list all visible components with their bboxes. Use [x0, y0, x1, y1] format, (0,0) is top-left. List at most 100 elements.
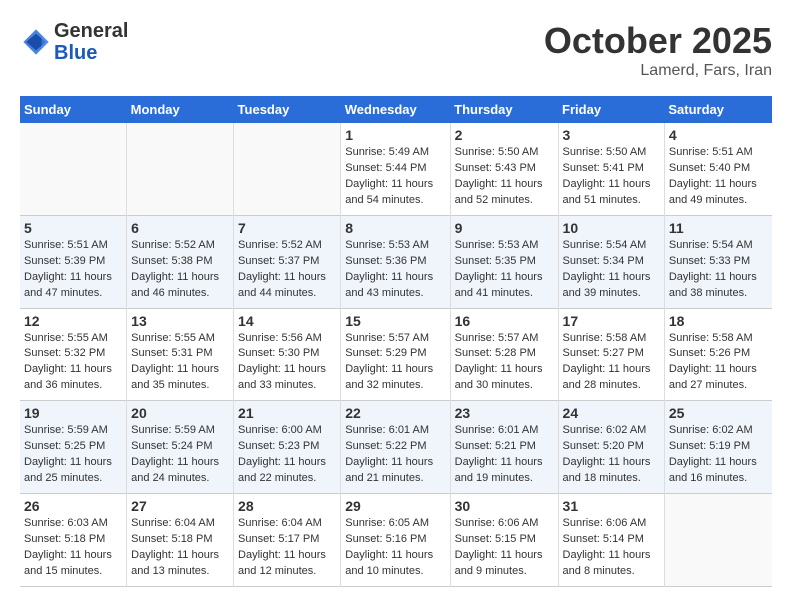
- cell-info-line: and 46 minutes.: [131, 286, 229, 302]
- cell-info-line: and 13 minutes.: [131, 564, 229, 580]
- cell-info-line: Daylight: 11 hours: [669, 177, 768, 193]
- calendar-table: SundayMondayTuesdayWednesdayThursdayFrid…: [20, 96, 772, 587]
- calendar-cell: 4Sunrise: 5:51 AMSunset: 5:40 PMDaylight…: [664, 123, 772, 215]
- day-number: 31: [563, 498, 660, 514]
- calendar-week-row: 5Sunrise: 5:51 AMSunset: 5:39 PMDaylight…: [20, 215, 772, 308]
- calendar-cell: 25Sunrise: 6:02 AMSunset: 5:19 PMDayligh…: [664, 401, 772, 494]
- cell-info-line: Daylight: 11 hours: [669, 270, 768, 286]
- day-number: 28: [238, 498, 336, 514]
- calendar-cell: [234, 123, 341, 215]
- cell-info-line: Sunset: 5:40 PM: [669, 161, 768, 177]
- day-number: 26: [24, 498, 122, 514]
- month-title: October 2025: [544, 20, 772, 62]
- cell-info-line: Daylight: 11 hours: [24, 270, 122, 286]
- day-number: 23: [455, 405, 554, 421]
- calendar-cell: 10Sunrise: 5:54 AMSunset: 5:34 PMDayligh…: [558, 215, 664, 308]
- cell-info-line: Sunset: 5:19 PM: [669, 439, 768, 455]
- calendar-cell: 1Sunrise: 5:49 AMSunset: 5:44 PMDaylight…: [341, 123, 450, 215]
- cell-info-line: Sunrise: 5:54 AM: [563, 238, 660, 254]
- cell-info-line: Daylight: 11 hours: [131, 455, 229, 471]
- cell-info-line: and 43 minutes.: [345, 286, 445, 302]
- cell-info-line: Sunrise: 6:00 AM: [238, 423, 336, 439]
- logo-icon: [22, 28, 50, 56]
- cell-info-line: Daylight: 11 hours: [345, 177, 445, 193]
- cell-info-line: Sunset: 5:31 PM: [131, 346, 229, 362]
- cell-info-line: and 54 minutes.: [345, 193, 445, 209]
- cell-info-line: and 32 minutes.: [345, 378, 445, 394]
- cell-info-line: Sunset: 5:29 PM: [345, 346, 445, 362]
- cell-info-line: and 9 minutes.: [455, 564, 554, 580]
- cell-info-line: Sunrise: 5:57 AM: [345, 331, 445, 347]
- cell-info-line: Sunset: 5:28 PM: [455, 346, 554, 362]
- calendar-cell: 9Sunrise: 5:53 AMSunset: 5:35 PMDaylight…: [450, 215, 558, 308]
- cell-info-line: Sunrise: 5:59 AM: [131, 423, 229, 439]
- cell-info-line: Sunset: 5:38 PM: [131, 254, 229, 270]
- cell-info-line: Sunset: 5:21 PM: [455, 439, 554, 455]
- calendar-week-row: 19Sunrise: 5:59 AMSunset: 5:25 PMDayligh…: [20, 401, 772, 494]
- cell-info-line: Daylight: 11 hours: [131, 270, 229, 286]
- day-number: 15: [345, 313, 445, 329]
- cell-info-line: Daylight: 11 hours: [238, 455, 336, 471]
- cell-info-line: Sunrise: 6:01 AM: [455, 423, 554, 439]
- calendar-cell: 15Sunrise: 5:57 AMSunset: 5:29 PMDayligh…: [341, 308, 450, 401]
- calendar-cell: 28Sunrise: 6:04 AMSunset: 5:17 PMDayligh…: [234, 494, 341, 587]
- calendar-cell: 3Sunrise: 5:50 AMSunset: 5:41 PMDaylight…: [558, 123, 664, 215]
- cell-info-line: Sunrise: 5:58 AM: [669, 331, 768, 347]
- cell-info-line: Sunset: 5:15 PM: [455, 532, 554, 548]
- cell-info-line: Sunrise: 5:58 AM: [563, 331, 660, 347]
- cell-info-line: and 15 minutes.: [24, 564, 122, 580]
- day-number: 22: [345, 405, 445, 421]
- calendar-cell: 7Sunrise: 5:52 AMSunset: 5:37 PMDaylight…: [234, 215, 341, 308]
- cell-info-line: Sunrise: 6:06 AM: [455, 516, 554, 532]
- cell-info-line: Sunrise: 5:56 AM: [238, 331, 336, 347]
- calendar-cell: 11 Sunrise: 5:54 AMSunset: 5:33 PMDayligh…: [664, 215, 772, 308]
- cell-info-line: Sunset: 5:33 PM: [669, 254, 768, 270]
- cell-info-line: Sunset: 5:24 PM: [131, 439, 229, 455]
- day-number: 20: [131, 405, 229, 421]
- calendar-cell: 13Sunrise: 5:55 AMSunset: 5:31 PMDayligh…: [127, 308, 234, 401]
- cell-info-line: Sunset: 5:17 PM: [238, 532, 336, 548]
- cell-info-line: and 18 minutes.: [563, 471, 660, 487]
- calendar-cell: [664, 494, 772, 587]
- cell-info-line: and 30 minutes.: [455, 378, 554, 394]
- cell-info-line: Sunset: 5:34 PM: [563, 254, 660, 270]
- calendar-cell: 5 Sunrise: 5:51 AMSunset: 5:39 PMDaylight…: [20, 215, 127, 308]
- cell-info-line: and 52 minutes.: [455, 193, 554, 209]
- cell-info-line: Daylight: 11 hours: [455, 548, 554, 564]
- calendar-cell: 31Sunrise: 6:06 AMSunset: 5:14 PMDayligh…: [558, 494, 664, 587]
- weekday-header: Tuesday: [234, 96, 341, 123]
- cell-info-line: Sunset: 5:37 PM: [238, 254, 336, 270]
- cell-info-line: Daylight: 11 hours: [345, 548, 445, 564]
- cell-info-line: Sunrise: 5:52 AM: [238, 238, 336, 254]
- cell-info-line: Sunrise: 6:02 AM: [669, 423, 768, 439]
- cell-info-line: Daylight: 11 hours: [24, 362, 122, 378]
- calendar-cell: 27Sunrise: 6:04 AMSunset: 5:18 PMDayligh…: [127, 494, 234, 587]
- day-number: 16: [455, 313, 554, 329]
- day-number: 11: [669, 220, 768, 236]
- cell-info-line: and 12 minutes.: [238, 564, 336, 580]
- cell-info-line: Daylight: 11 hours: [669, 455, 768, 471]
- cell-info-line: Sunset: 5:18 PM: [131, 532, 229, 548]
- cell-info-line: Daylight: 11 hours: [345, 270, 445, 286]
- cell-info-line: Sunset: 5:39 PM: [24, 254, 122, 270]
- cell-info-line: Daylight: 11 hours: [345, 455, 445, 471]
- calendar-cell: 26Sunrise: 6:03 AMSunset: 5:18 PMDayligh…: [20, 494, 127, 587]
- day-number: 5: [24, 220, 122, 236]
- cell-info-line: Sunrise: 5:50 AM: [563, 145, 660, 161]
- cell-info-line: Sunrise: 5:54 AM: [669, 238, 768, 254]
- cell-info-line: Sunrise: 5:55 AM: [24, 331, 122, 347]
- cell-info-line: Daylight: 11 hours: [455, 455, 554, 471]
- cell-info-line: Sunrise: 5:51 AM: [24, 238, 122, 254]
- cell-info-line: Daylight: 11 hours: [131, 548, 229, 564]
- cell-info-line: and 8 minutes.: [563, 564, 660, 580]
- title-block: October 2025 Lamerd, Fars, Iran: [544, 20, 772, 80]
- cell-info-line: Daylight: 11 hours: [238, 362, 336, 378]
- cell-info-line: Sunrise: 5:50 AM: [455, 145, 554, 161]
- cell-info-line: and 25 minutes.: [24, 471, 122, 487]
- cell-info-line: Sunset: 5:18 PM: [24, 532, 122, 548]
- day-number: 14: [238, 313, 336, 329]
- cell-info-line: Sunset: 5:14 PM: [563, 532, 660, 548]
- logo-text: General Blue: [54, 20, 128, 64]
- cell-info-line: and 39 minutes.: [563, 286, 660, 302]
- day-number: 8: [345, 220, 445, 236]
